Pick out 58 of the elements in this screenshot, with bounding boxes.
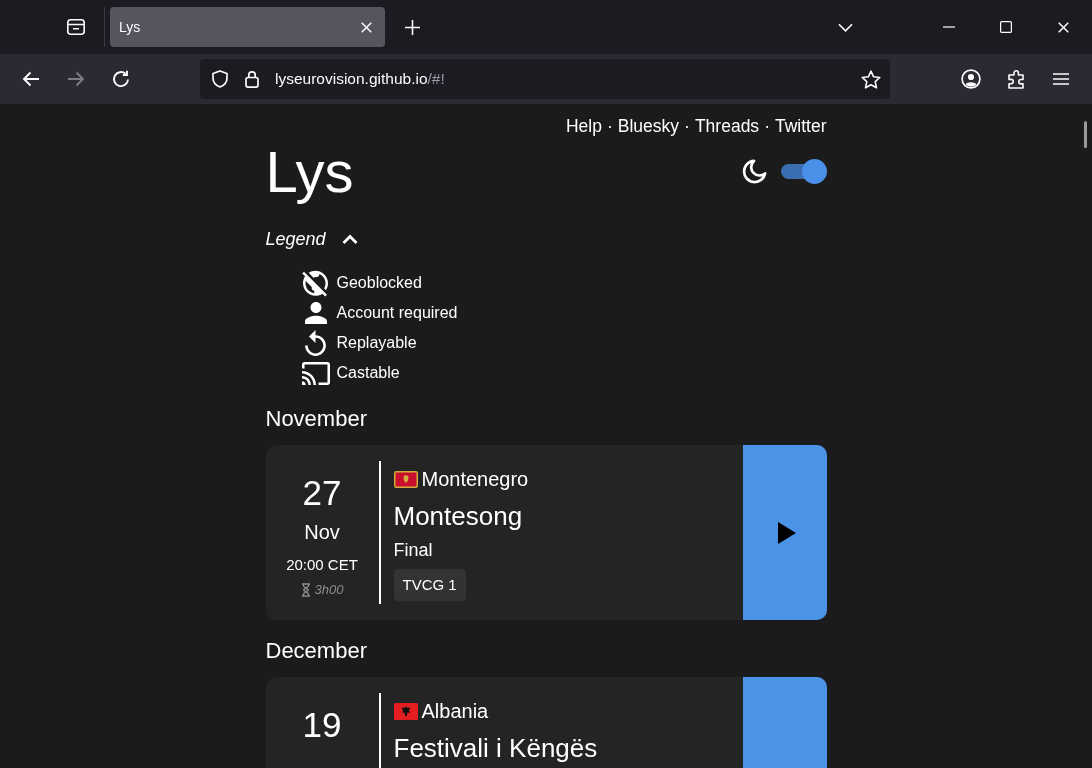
- country-name: Albania: [421, 699, 489, 723]
- legend-label: Geoblocked: [336, 274, 422, 292]
- scrollbar-thumb[interactable]: [1084, 121, 1087, 148]
- menu-icon: [1053, 73, 1069, 85]
- flag-icon: [393, 702, 418, 720]
- country-name: Montenegro: [421, 467, 529, 491]
- maximize-icon: [1000, 21, 1013, 33]
- minimize-icon: [942, 26, 955, 28]
- site-title: Lys: [265, 138, 354, 206]
- url-text: lyseurovision.github.io/#!: [275, 70, 446, 88]
- header-link[interactable]: Twitter: [774, 114, 827, 138]
- reload-icon: [112, 70, 130, 88]
- legend-label: Account required: [336, 304, 458, 322]
- event-day: 27: [302, 473, 342, 513]
- legend-label: Replayable: [336, 334, 417, 352]
- shield-icon: [212, 70, 228, 88]
- event-title: Festivali i Këngës: [393, 734, 599, 762]
- replay-icon: [305, 330, 326, 356]
- dark-mode-toggle[interactable]: [780, 158, 827, 184]
- hourglass-icon: [300, 583, 311, 597]
- puzzle-icon: [1008, 69, 1026, 89]
- cast-icon: [301, 361, 330, 385]
- header-link[interactable]: Bluesky: [617, 114, 680, 138]
- event-day: 19: [302, 705, 342, 745]
- event-stage: Final: [393, 539, 434, 562]
- address-bar[interactable]: lyseurovision.github.io/#!: [200, 59, 890, 99]
- month-heading: December: [265, 637, 368, 665]
- link-separator: ·: [684, 115, 690, 138]
- event-time: 20:00 CET: [286, 555, 358, 575]
- plus-icon: [404, 19, 420, 35]
- event-duration: 3h00: [314, 581, 344, 599]
- header-link[interactable]: Help: [566, 114, 602, 138]
- channel-tag: TVCG 1: [393, 569, 466, 601]
- link-separator: ·: [764, 115, 770, 138]
- header-link[interactable]: Threads: [694, 114, 760, 138]
- chevron-up-icon: [341, 233, 358, 245]
- lock-icon: [245, 70, 259, 88]
- forward-icon: [67, 71, 85, 87]
- event-month: Nov: [304, 520, 340, 544]
- close-icon: [360, 21, 372, 33]
- month-heading: November: [265, 405, 368, 433]
- legend-toggle[interactable]: Legend: [265, 227, 358, 251]
- close-icon: [1057, 21, 1069, 33]
- link-separator: ·: [607, 115, 613, 138]
- play-button[interactable]: [742, 445, 827, 620]
- flag-icon: [393, 470, 418, 488]
- browser-tab[interactable]: Lys: [110, 7, 385, 47]
- play-icon: [777, 521, 796, 544]
- legend-label: Castable: [336, 364, 400, 382]
- event-title: Montesong: [393, 502, 524, 530]
- back-icon: [22, 71, 40, 87]
- box-icon: [67, 19, 85, 35]
- account-icon: [961, 69, 981, 89]
- person-icon: [304, 302, 327, 324]
- moon-icon: [741, 158, 767, 184]
- star-icon: [861, 69, 881, 89]
- globe-slash-icon: [302, 269, 329, 297]
- chevron-down-icon: [837, 22, 853, 32]
